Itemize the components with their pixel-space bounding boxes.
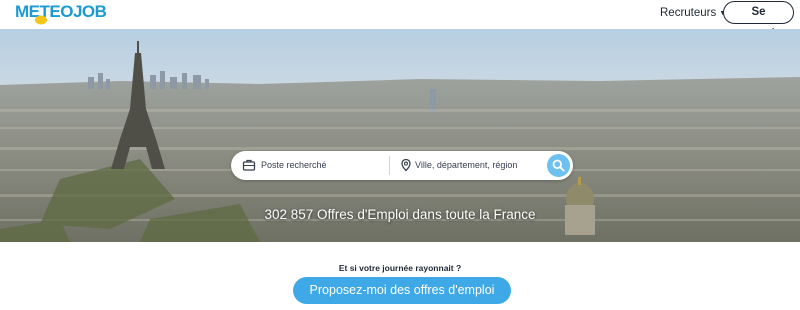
field-divider <box>389 156 390 175</box>
briefcase-icon <box>242 159 256 171</box>
site-header: METEOJOB Recruteurs▼ Se connecter <box>0 0 800 39</box>
job-offers-cta-button[interactable]: Proposez-moi des offres d'emploi <box>293 277 511 304</box>
recruiters-label: Recruteurs <box>660 7 717 19</box>
promo-tagline: Et si votre journée rayonnait ? <box>338 263 462 273</box>
logo-wordmark: METEOJOB <box>15 2 107 21</box>
location-placeholder: Ville, département, région <box>415 160 518 170</box>
search-icon <box>552 159 565 172</box>
login-button[interactable]: Se connecter <box>723 1 794 39</box>
location-input[interactable]: Ville, département, région <box>391 151 541 180</box>
recruiters-menu[interactable]: Recruteurs▼ <box>660 6 726 21</box>
job-title-placeholder: Poste recherché <box>261 160 327 170</box>
job-search-form: Poste recherché Ville, département, régi… <box>231 151 573 180</box>
meteojob-logo[interactable]: METEOJOB <box>15 1 107 27</box>
search-button[interactable] <box>547 154 570 177</box>
map-pin-icon <box>401 158 411 172</box>
hero-banner: Poste recherché Ville, département, régi… <box>0 29 800 242</box>
job-count-headline: 302 857 Offres d'Emploi dans toute la Fr… <box>264 207 536 222</box>
job-title-input[interactable]: Poste recherché <box>231 151 389 180</box>
sun-icon <box>35 15 47 25</box>
